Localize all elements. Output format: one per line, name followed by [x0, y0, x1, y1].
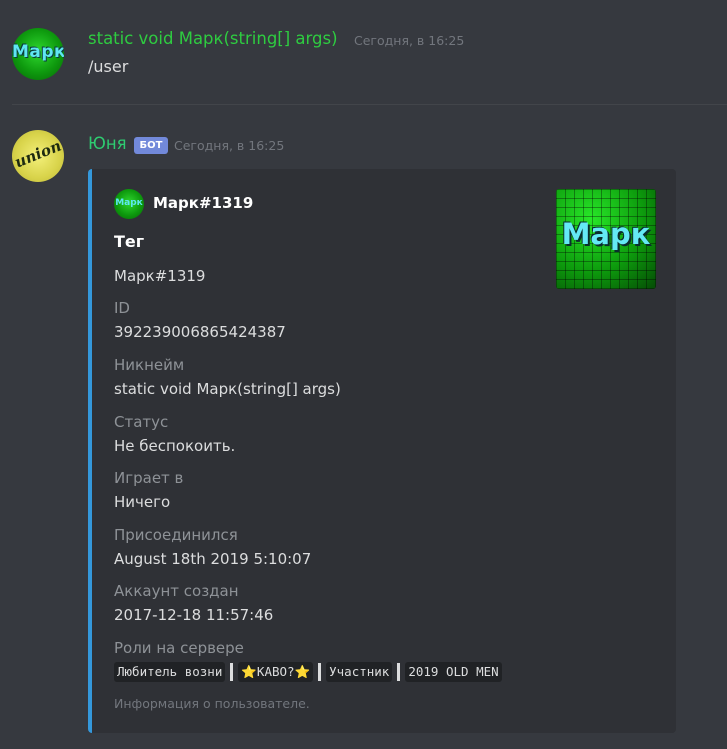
- field-value-id: 392239006865424387: [114, 323, 286, 341]
- roles-list: Любитель возни ⭐КАВО?⭐ Участник 2019 OLD…: [114, 661, 502, 683]
- author-icon-text: Марк: [115, 198, 143, 208]
- message-timestamp: Сегодня, в 16:25: [174, 138, 285, 153]
- field-name-roles: Роли на сервере: [114, 639, 244, 657]
- user-avatar[interactable]: Марк: [12, 28, 64, 80]
- message-author[interactable]: static void Марк(string[] args): [88, 29, 338, 48]
- role-separator: [318, 663, 322, 681]
- role-separator: [230, 663, 234, 681]
- bot-avatar[interactable]: union: [12, 130, 64, 182]
- embed-description: Марк#1319: [114, 267, 206, 285]
- bot-author[interactable]: Юня: [88, 134, 127, 153]
- field-name-status: Статус: [114, 413, 169, 431]
- thumbnail-text: Марк: [561, 217, 651, 251]
- embed-author-name: Марк#1319: [153, 194, 254, 212]
- user-info-embed: Марк Марк#1319 Тег Марк#1319 Марк ID 392…: [88, 169, 676, 733]
- avatar-text: union: [12, 136, 64, 172]
- bot-badge: БОТ: [134, 137, 168, 154]
- field-name-id: ID: [114, 299, 130, 317]
- field-value-status: Не беспокоить.: [114, 437, 236, 455]
- field-name-created: Аккаунт создан: [114, 582, 239, 600]
- field-name-playing: Играет в: [114, 469, 184, 487]
- role-chip: Участник: [326, 662, 393, 682]
- field-value-playing: Ничего: [114, 493, 171, 511]
- embed-footer: Информация о пользователе.: [114, 696, 310, 711]
- role-chip: Любитель возни: [114, 662, 226, 682]
- embed-thumbnail[interactable]: Марк: [556, 189, 656, 289]
- field-name-joined: Присоединился: [114, 526, 238, 544]
- role-chip: ⭐КАВО?⭐: [238, 662, 314, 682]
- avatar-text: Марк: [12, 42, 64, 62]
- field-value-nickname: static void Марк(string[] args): [114, 380, 341, 398]
- message-divider: [12, 104, 727, 105]
- field-name-nickname: Никнейм: [114, 356, 185, 374]
- embed-author-icon: Марк: [114, 189, 144, 219]
- embed-title: Тег: [114, 232, 145, 251]
- message-content: /user: [88, 57, 129, 76]
- field-value-created: 2017-12-18 11:57:46: [114, 606, 274, 624]
- role-chip: 2019 OLD MEN: [405, 662, 502, 682]
- message-timestamp: Сегодня, в 16:25: [354, 33, 465, 48]
- role-separator: [397, 663, 401, 681]
- field-value-joined: August 18th 2019 5:10:07: [114, 550, 312, 568]
